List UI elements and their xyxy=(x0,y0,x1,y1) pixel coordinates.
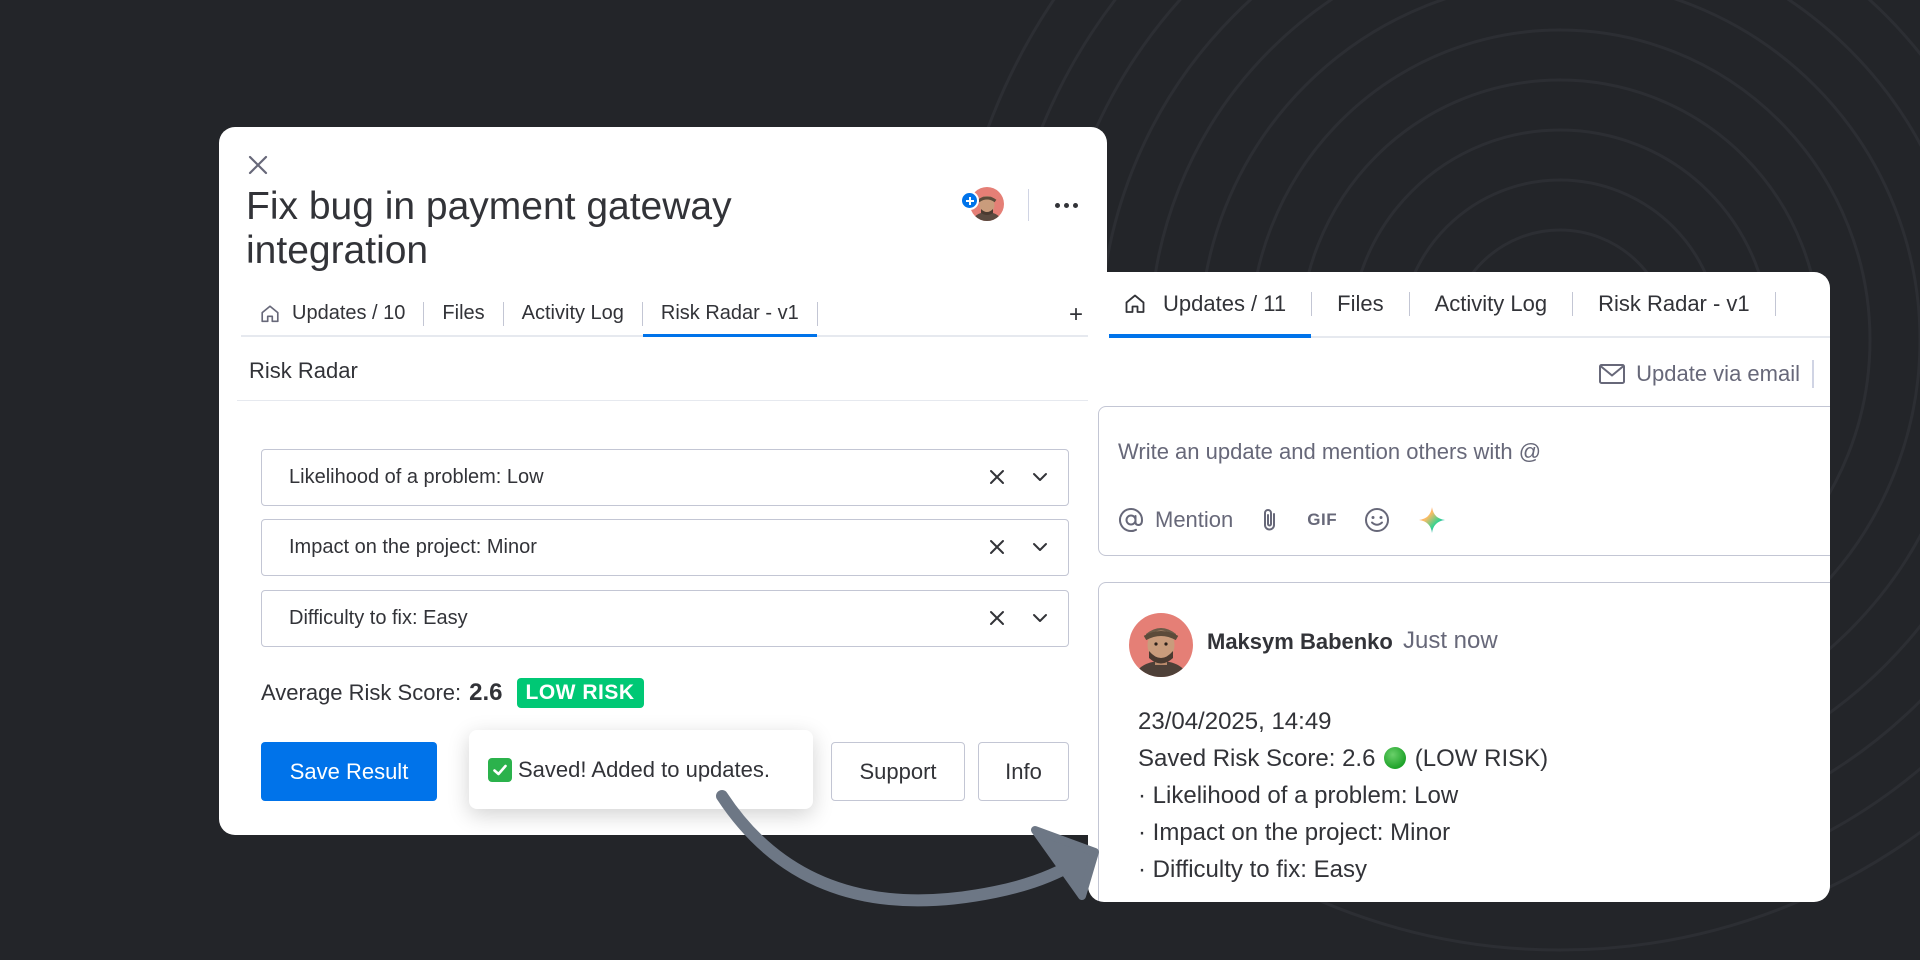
tab-updates[interactable]: Updates / 10 xyxy=(241,292,423,335)
smiley-icon xyxy=(1365,508,1390,532)
add-view-button[interactable]: + xyxy=(1069,292,1083,337)
update-via-email-label: Update via email xyxy=(1636,361,1800,386)
clear-icon[interactable] xyxy=(986,536,1008,558)
add-subscriber-icon[interactable] xyxy=(960,191,979,210)
avatar[interactable] xyxy=(1129,613,1193,677)
tab-separator xyxy=(1774,292,1776,316)
divider xyxy=(1812,360,1814,388)
close-icon[interactable] xyxy=(246,153,270,177)
impact-dropdown[interactable]: Impact on the project: Minor xyxy=(261,519,1069,576)
tab-label: Files xyxy=(442,302,485,324)
post-score-line: Saved Risk Score: 2.6 (LOW RISK) xyxy=(1138,740,1548,777)
chevron-down-icon[interactable] xyxy=(1029,607,1051,629)
divider xyxy=(237,400,1089,401)
avg-value: 2.6 xyxy=(469,679,503,706)
post-line-difficulty: · Difficulty to fix: Easy xyxy=(1138,856,1367,883)
post-body: 23/04/2025, 14:49 Saved Risk Score: 2.6 … xyxy=(1138,703,1548,888)
ai-assistant-button[interactable] xyxy=(1417,505,1447,535)
tab-activity-log[interactable]: Activity Log xyxy=(1410,272,1573,336)
home-icon xyxy=(261,304,279,322)
green-circle-icon xyxy=(1384,747,1407,769)
tab-label: Activity Log xyxy=(1434,291,1548,316)
risk-radar-title: Risk Radar xyxy=(249,358,358,383)
item-detail-panel: Fix bug in payment gateway integration U… xyxy=(219,127,1107,835)
item-title[interactable]: Fix bug in payment gateway integration xyxy=(246,185,806,273)
tab-label: Risk Radar - v1 xyxy=(1598,291,1750,316)
composer-toolbar: Mention GIF xyxy=(1117,503,1473,537)
tab-updates[interactable]: Updates / 11 xyxy=(1109,272,1312,338)
tab-activity-log[interactable]: Activity Log xyxy=(504,292,642,335)
gif-button[interactable]: GIF xyxy=(1307,510,1337,530)
item-tabs: Updates / 10 Files Activity Log Risk Rad… xyxy=(241,292,1089,337)
post-author[interactable]: Maksym Babenko xyxy=(1207,629,1393,655)
info-button[interactable]: Info xyxy=(978,742,1069,801)
tab-label: Updates / 10 xyxy=(292,302,406,324)
check-mark-icon xyxy=(488,757,512,782)
avg-label: Average Risk Score: xyxy=(261,680,462,705)
risk-badge: LOW RISK xyxy=(516,678,644,708)
tab-risk-radar[interactable]: Risk Radar - v1 xyxy=(1573,272,1775,336)
average-risk-score: Average Risk Score: 2.6 LOW RISK xyxy=(261,676,644,710)
post-timestamp: Just now xyxy=(1403,627,1498,654)
gif-label: GIF xyxy=(1307,510,1338,529)
update-via-email[interactable]: Update via email xyxy=(1598,358,1814,390)
save-result-button[interactable]: Save Result xyxy=(261,742,437,801)
tab-risk-radar[interactable]: Risk Radar - v1 xyxy=(642,292,817,337)
tab-files[interactable]: Files xyxy=(1312,272,1408,336)
item-header-actions xyxy=(960,185,1081,225)
tab-label: Activity Log xyxy=(521,302,624,324)
mention-button[interactable]: Mention xyxy=(1117,506,1233,534)
clear-icon[interactable] xyxy=(986,466,1008,488)
at-sign-icon xyxy=(1119,508,1144,532)
update-composer[interactable]: Write an update and mention others with … xyxy=(1098,406,1830,556)
risk-level-text: (LOW RISK) xyxy=(1414,745,1549,772)
home-icon xyxy=(1125,294,1145,313)
divider xyxy=(1028,189,1029,221)
item-tabs: Updates / 11 Files Activity Log Risk Rad… xyxy=(1109,272,1830,338)
emoji-button[interactable] xyxy=(1363,506,1391,534)
dropdown-value: Difficulty to fix: Easy xyxy=(289,607,468,629)
clear-icon[interactable] xyxy=(986,607,1008,629)
tab-label: Files xyxy=(1337,291,1384,316)
paperclip-icon xyxy=(1264,509,1276,531)
post-date: 23/04/2025, 14:49 xyxy=(1138,708,1332,735)
score-text: Saved Risk Score: 2.6 xyxy=(1138,745,1376,772)
dropdown-value: Likelihood of a problem: Low xyxy=(289,466,544,488)
envelope-icon xyxy=(1599,364,1626,384)
chevron-down-icon[interactable] xyxy=(1029,536,1051,558)
updates-panel: Updates / 11 Files Activity Log Risk Rad… xyxy=(1088,272,1830,902)
likelihood-dropdown[interactable]: Likelihood of a problem: Low xyxy=(261,449,1069,506)
support-button[interactable]: Support xyxy=(831,742,965,801)
tab-label: Risk Radar - v1 xyxy=(660,302,799,324)
ai-sparkle-icon xyxy=(1419,507,1446,533)
more-options-icon[interactable] xyxy=(1051,190,1081,220)
composer-placeholder[interactable]: Write an update and mention others with … xyxy=(1118,439,1541,465)
update-post: Maksym Babenko Just now 23/04/2025, 14:4… xyxy=(1098,582,1830,902)
tab-separator xyxy=(816,301,818,326)
saved-toast: Saved! Added to updates. xyxy=(469,730,813,809)
attach-button[interactable] xyxy=(1259,506,1281,534)
difficulty-dropdown[interactable]: Difficulty to fix: Easy xyxy=(261,590,1069,647)
post-line-impact: · Impact on the project: Minor xyxy=(1138,819,1451,846)
mention-label: Mention xyxy=(1155,507,1234,532)
dropdown-value: Impact on the project: Minor xyxy=(289,536,537,558)
tab-files[interactable]: Files xyxy=(424,292,502,335)
tab-label: Updates / 11 xyxy=(1163,291,1287,316)
post-line-likelihood: · Likelihood of a problem: Low xyxy=(1138,782,1459,809)
toast-text: Saved! Added to updates. xyxy=(518,756,770,782)
chevron-down-icon[interactable] xyxy=(1029,466,1051,488)
subscribers[interactable] xyxy=(960,187,1004,223)
